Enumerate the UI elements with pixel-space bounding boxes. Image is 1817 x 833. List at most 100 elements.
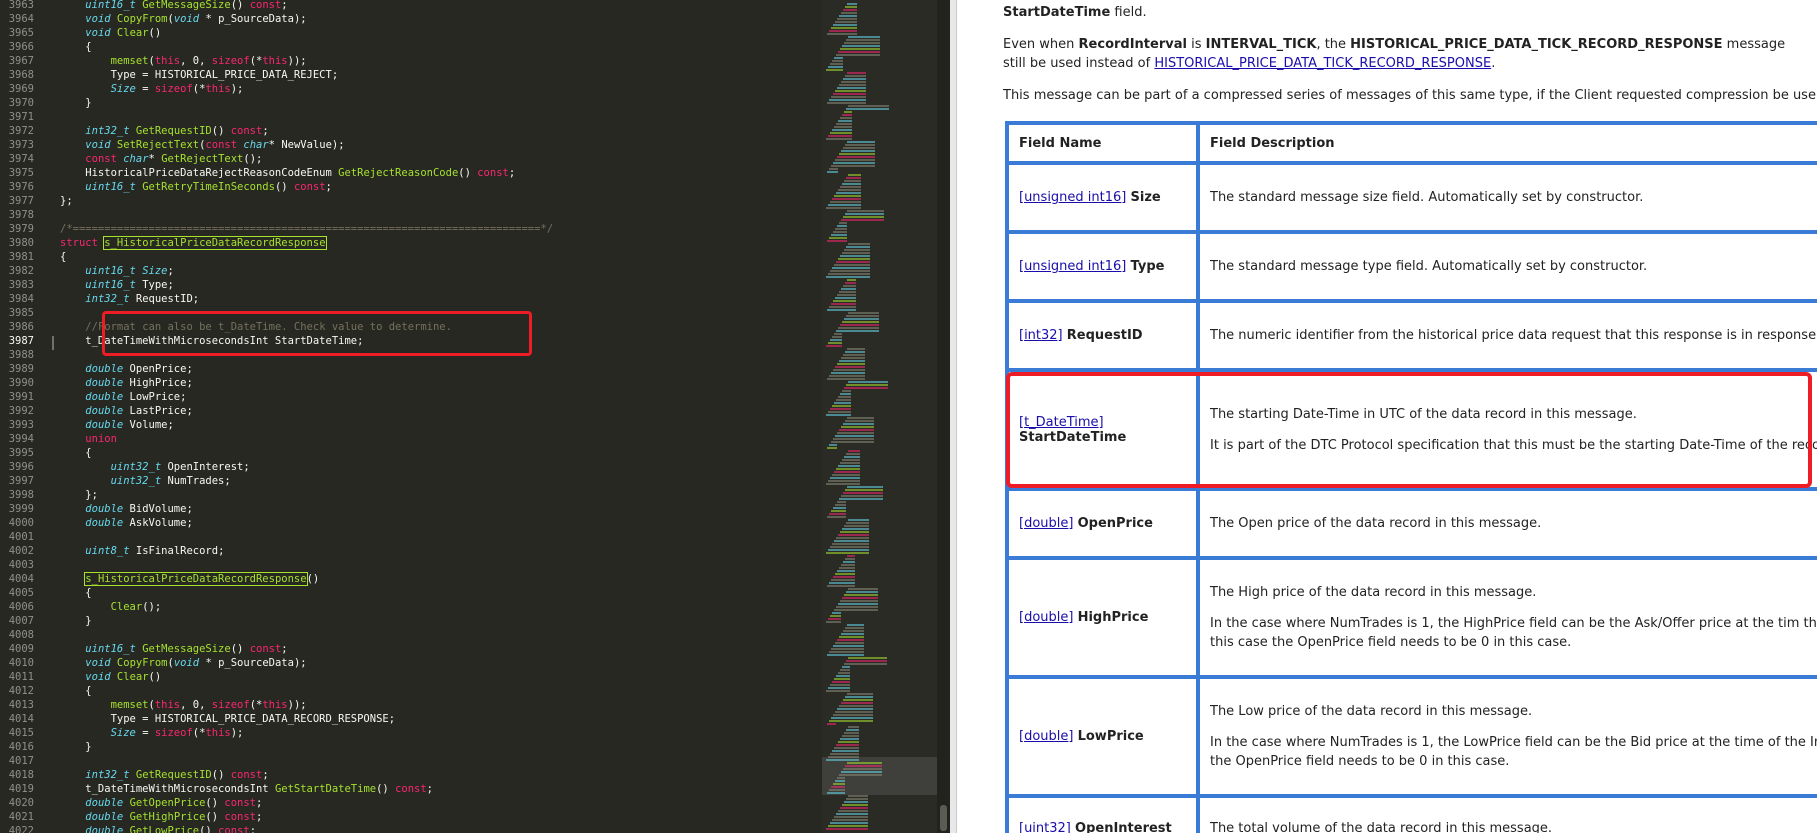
code-line[interactable]: uint8_t IsFinalRecord; bbox=[60, 544, 224, 558]
field-type-link[interactable]: [unsigned int16] bbox=[1019, 259, 1126, 274]
code-line[interactable]: union bbox=[60, 432, 117, 446]
code-line[interactable]: { bbox=[60, 684, 91, 698]
code-line[interactable]: { bbox=[60, 446, 91, 460]
code-line[interactable]: Size = sizeof(*this); bbox=[60, 726, 244, 740]
code-text: ; bbox=[262, 769, 269, 781]
code-line[interactable]: double Volume; bbox=[60, 418, 174, 432]
code-text: (); bbox=[243, 153, 263, 165]
minimap-line bbox=[829, 375, 865, 377]
code-editor[interactable]: 3963 3964 3965 3966 3967 3968 3969 3970 3971 3972… bbox=[0, 0, 950, 833]
code-line[interactable]: void Clear() bbox=[60, 670, 161, 684]
minimap-line bbox=[842, 804, 868, 806]
minimap-line bbox=[842, 321, 879, 323]
code-line[interactable]: double LastPrice; bbox=[60, 404, 192, 418]
minimap-line bbox=[833, 783, 845, 785]
code-line[interactable]: Clear(); bbox=[60, 600, 162, 614]
table-row: [double] LowPrice The Low price of the da… bbox=[1009, 679, 1817, 794]
minimap-line bbox=[837, 156, 875, 158]
code-text: t_DateTimeWithMicrosecondsInt bbox=[60, 783, 275, 795]
code-line[interactable]: double GetHighPrice() const; bbox=[60, 810, 262, 824]
code-line[interactable]: void CopyFrom(void * p_SourceData); bbox=[60, 656, 306, 670]
minimap-line bbox=[828, 411, 851, 413]
code-line[interactable]: { bbox=[60, 40, 91, 54]
code-line[interactable]: void CopyFrom(void * p_SourceData); bbox=[60, 12, 306, 26]
code-text: ; bbox=[256, 797, 263, 809]
field-type-link[interactable]: [double] bbox=[1019, 610, 1073, 625]
field-description-cell: The standard message type field. Automat… bbox=[1200, 234, 1817, 299]
code-line[interactable]: double GetLowPrice() const; bbox=[60, 824, 256, 833]
code-line[interactable]: HistoricalPriceDataRejectReasonCodeEnum … bbox=[60, 166, 515, 180]
code-line[interactable]: { bbox=[60, 586, 91, 600]
code-line[interactable]: double BidVolume; bbox=[60, 502, 192, 516]
editor-scrollbar-thumb[interactable] bbox=[940, 805, 947, 831]
code-line[interactable]: const char* GetRejectText(); bbox=[60, 152, 262, 166]
code-line[interactable]: Type = HISTORICAL_PRICE_DATA_RECORD_RESP… bbox=[60, 712, 395, 726]
code-area[interactable]: uint16_t GetMessageSize() const; void Co… bbox=[60, 0, 820, 833]
code-line[interactable]: s_HistoricalPriceDataRecordResponse() bbox=[60, 572, 319, 586]
code-line[interactable]: uint32_t OpenInterest; bbox=[60, 460, 250, 474]
minimap-line bbox=[836, 261, 870, 263]
code-line[interactable]: uint32_t NumTrades; bbox=[60, 474, 231, 488]
code-line[interactable]: double LowPrice; bbox=[60, 390, 186, 404]
field-type-link[interactable]: [unsigned int16] bbox=[1019, 190, 1126, 205]
code-line[interactable]: } bbox=[60, 96, 91, 110]
minimap-line bbox=[838, 672, 850, 674]
tick-record-response-link[interactable]: HISTORICAL_PRICE_DATA_TICK_RECORD_RESPON… bbox=[1154, 56, 1491, 71]
line-number: 3996 bbox=[8, 461, 34, 473]
code-token: GetRequestID bbox=[135, 125, 212, 137]
minimap[interactable] bbox=[822, 0, 937, 833]
code-line[interactable]: int32_t GetRequestID() const; bbox=[60, 124, 268, 138]
code-line[interactable]: Type = HISTORICAL_PRICE_DATA_REJECT; bbox=[60, 68, 339, 82]
code-token: sizeof bbox=[211, 699, 250, 711]
code-line[interactable]: uint16_t Size; bbox=[60, 264, 174, 278]
minimap-line bbox=[838, 465, 860, 467]
minimap-line bbox=[829, 168, 838, 170]
field-type-link[interactable]: [double] bbox=[1019, 729, 1073, 744]
code-line[interactable]: void Clear() bbox=[60, 26, 161, 40]
field-type-link[interactable]: [t_DateTime] bbox=[1019, 415, 1104, 430]
field-type-link[interactable]: [uint32] bbox=[1019, 821, 1071, 833]
minimap-line bbox=[832, 750, 859, 752]
code-line[interactable]: double OpenPrice; bbox=[60, 362, 192, 376]
code-line[interactable]: memset(this, 0, sizeof(*this)); bbox=[60, 54, 307, 68]
code-line[interactable]: double AskVolume; bbox=[60, 516, 192, 530]
code-token: this bbox=[154, 55, 181, 67]
code-line[interactable]: Size = sizeof(*this); bbox=[60, 82, 244, 96]
code-line[interactable]: int32_t GetRequestID() const; bbox=[60, 768, 269, 782]
minimap-line bbox=[830, 477, 860, 479]
code-line[interactable]: double GetOpenPrice() const; bbox=[60, 796, 262, 810]
minimap-line bbox=[830, 822, 868, 824]
code-line[interactable]: double HighPrice; bbox=[60, 376, 192, 390]
field-type-link[interactable]: [double] bbox=[1019, 516, 1073, 531]
code-token: memset bbox=[110, 699, 149, 711]
code-line[interactable]: uint16_t GetRetryTimeInSeconds() const; bbox=[60, 180, 332, 194]
code-line[interactable]: }; bbox=[60, 194, 73, 208]
code-line[interactable]: struct s_HistoricalPriceDataRecordRespon… bbox=[60, 236, 327, 250]
code-line[interactable]: uint16_t Type; bbox=[60, 278, 174, 292]
code-line[interactable]: { bbox=[60, 250, 66, 264]
code-line[interactable]: }; bbox=[60, 488, 98, 502]
intro-field-suffix: field. bbox=[1110, 5, 1147, 20]
code-line[interactable]: t_DateTimeWithMicrosecondsInt GetStartDa… bbox=[60, 782, 433, 796]
code-line[interactable]: } bbox=[60, 614, 91, 628]
field-name: OpenPrice bbox=[1077, 516, 1153, 531]
documentation-pane[interactable]: StartDateTime field. Even when RecordInt… bbox=[950, 0, 1817, 833]
minimap-line bbox=[836, 537, 869, 539]
minimap-line bbox=[844, 456, 860, 458]
minimap-line bbox=[835, 297, 856, 299]
minimap-line bbox=[841, 702, 873, 704]
code-line[interactable]: void SetRejectText(const char* NewValue)… bbox=[60, 138, 344, 152]
code-line[interactable]: /*======================================… bbox=[60, 222, 553, 236]
code-token: const bbox=[477, 167, 509, 179]
field-type-link[interactable]: [int32] bbox=[1019, 328, 1063, 343]
minimap-line bbox=[839, 153, 875, 155]
code-line[interactable]: } bbox=[60, 740, 91, 754]
line-number: 3990 bbox=[8, 377, 34, 389]
pane-divider[interactable] bbox=[950, 0, 957, 833]
code-line[interactable]: uint16_t GetMessageSize() const; bbox=[60, 0, 287, 12]
editor-scrollbar[interactable] bbox=[937, 0, 950, 833]
code-line[interactable]: uint16_t GetMessageSize() const; bbox=[60, 642, 287, 656]
code-line[interactable]: memset(this, 0, sizeof(*this)); bbox=[60, 698, 307, 712]
minimap-line bbox=[846, 177, 861, 179]
code-line[interactable]: int32_t RequestID; bbox=[60, 292, 199, 306]
